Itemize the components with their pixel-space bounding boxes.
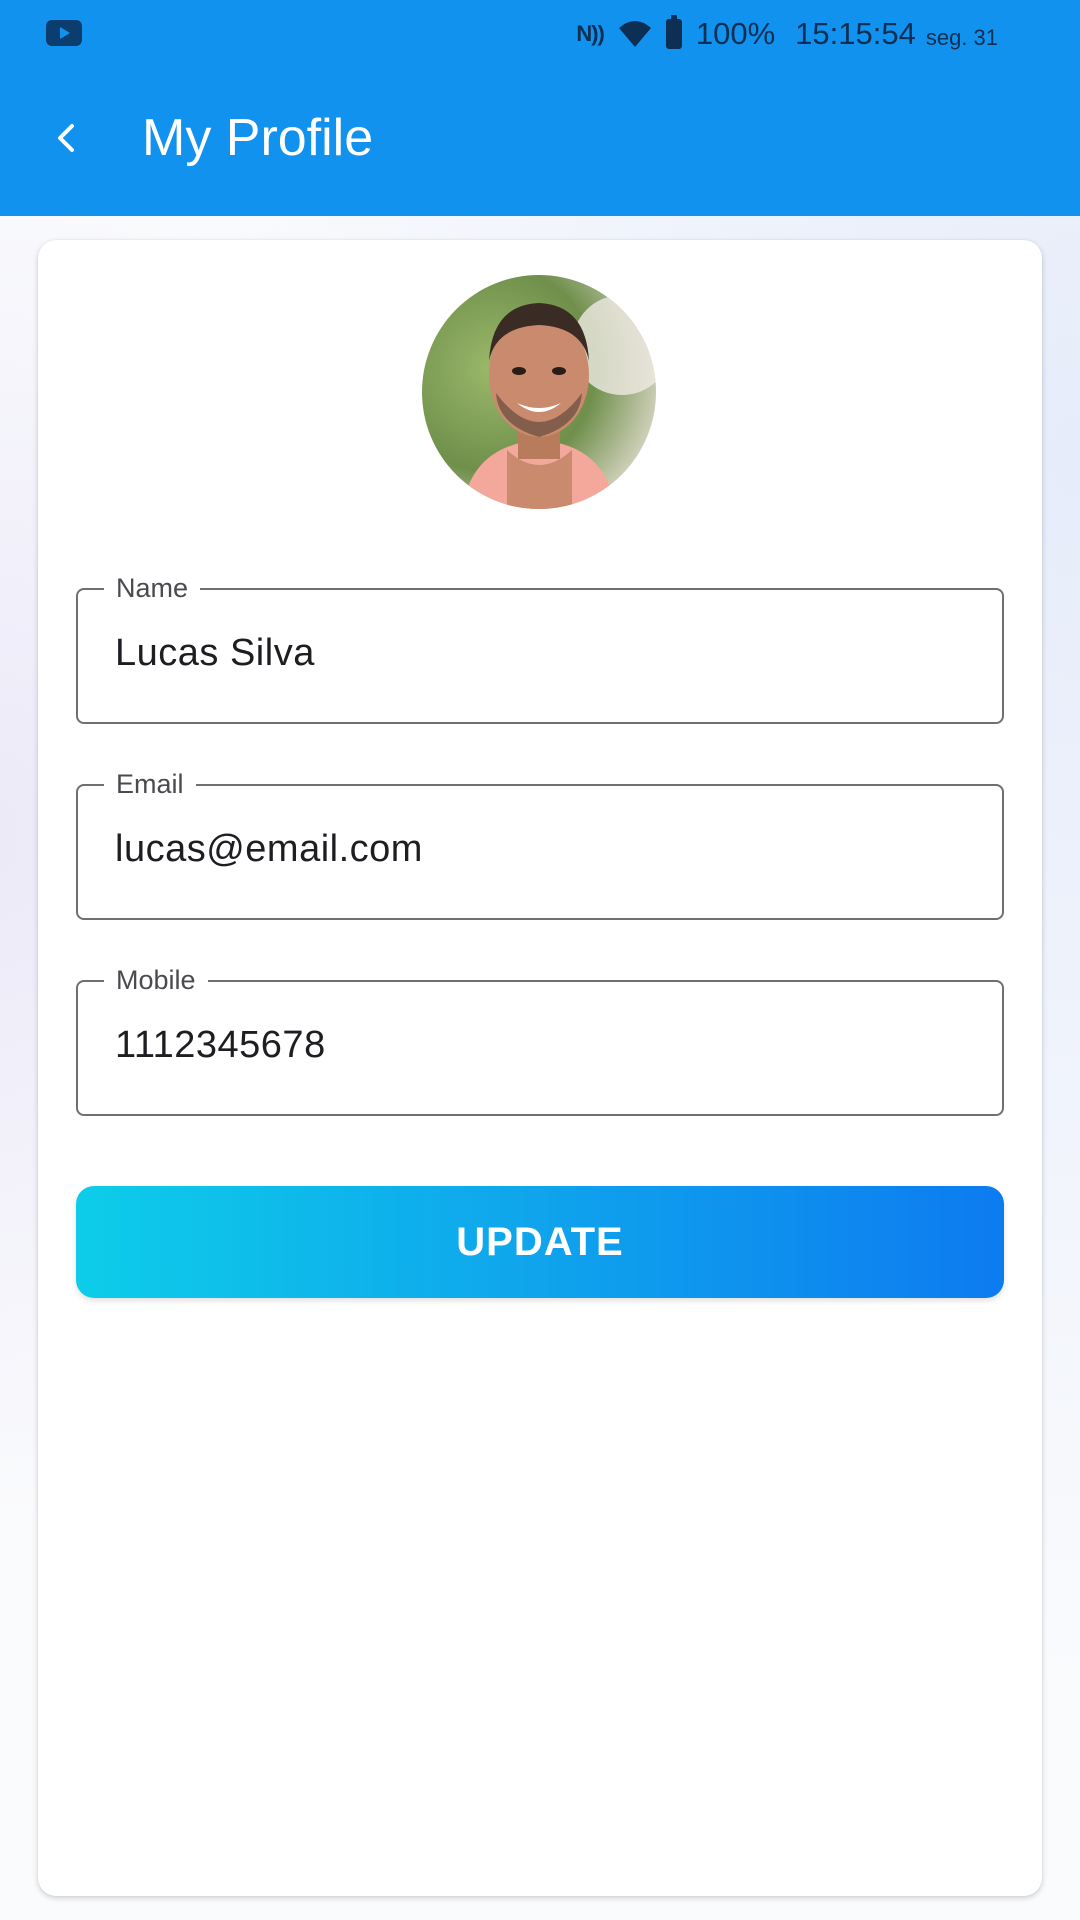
mobile-field[interactable]: Mobile 1112345678 — [76, 965, 1004, 1116]
status-indicators: N)) 100% 15:15:54 seg. 31 — [576, 12, 998, 56]
mobile-field-label: Mobile — [104, 965, 208, 996]
name-field[interactable]: Name Lucas Silva — [76, 573, 1004, 724]
profile-avatar[interactable] — [422, 275, 656, 509]
battery-percentage: 100% — [695, 16, 776, 51]
nfc-icon: N)) — [576, 21, 605, 46]
date: seg. 31 — [925, 25, 998, 50]
email-field[interactable]: Email lucas@email.com — [76, 769, 1004, 920]
email-field-label: Email — [104, 769, 196, 800]
name-input[interactable]: Lucas Silva — [115, 632, 315, 675]
wifi-icon — [618, 21, 651, 47]
back-button[interactable] — [46, 118, 86, 158]
profile-photo — [422, 275, 656, 509]
youtube-icon — [46, 20, 82, 46]
clock: 15:15:54 — [795, 16, 916, 51]
mobile-input[interactable]: 1112345678 — [115, 1024, 326, 1067]
name-field-label: Name — [104, 573, 201, 604]
battery-icon — [665, 15, 682, 49]
email-input[interactable]: lucas@email.com — [115, 828, 423, 871]
update-button[interactable]: UPDATE — [76, 1186, 1004, 1298]
app-bar: N)) 100% 15:15:54 seg. 31 My Profile — [0, 0, 1080, 216]
page-title: My Profile — [142, 109, 374, 167]
status-bar: N)) 100% 15:15:54 seg. 31 — [0, 0, 1080, 66]
